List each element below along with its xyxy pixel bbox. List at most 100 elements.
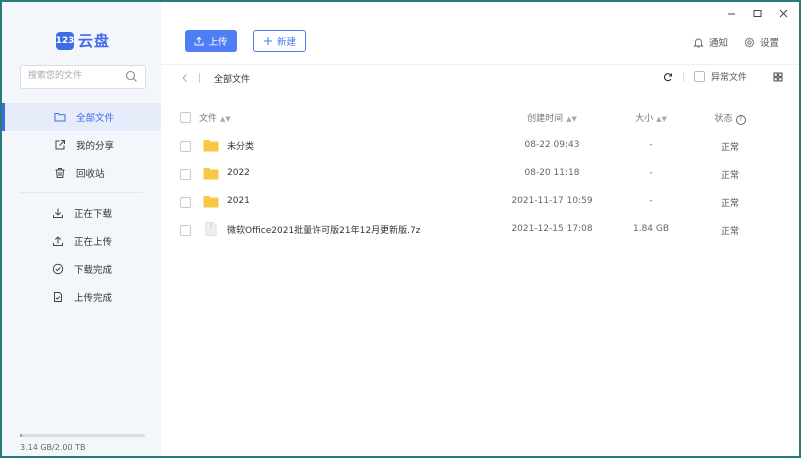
settings-label: 设置 (759, 38, 779, 49)
column-header-size[interactable]: 大小 ▲▼ (629, 111, 673, 124)
file-name-label: 未分类 (227, 141, 255, 152)
sidebar-item-label: 正在下载 (74, 209, 113, 220)
share-icon (54, 139, 66, 151)
folder-icon (203, 166, 219, 180)
sidebar-item-my-share[interactable]: 我的分享 (2, 131, 161, 159)
file-name: 未分类 (203, 138, 254, 152)
file-size: - (649, 168, 653, 178)
trash-icon (54, 167, 66, 179)
sidebar-item-all-files[interactable]: 全部文件 (2, 103, 161, 131)
sidebar-item-recycle-bin[interactable]: 回收站 (2, 159, 161, 187)
maximize-icon[interactable] (752, 8, 763, 19)
logo-badge: 123 (56, 31, 74, 50)
sidebar-item-uploading[interactable]: 正在上传 (2, 227, 161, 255)
row-checkbox[interactable] (180, 225, 191, 236)
upload-button[interactable]: 上传 (185, 30, 237, 52)
table-header: 文件 ▲▼ 创建时间 ▲▼ 大小 ▲▼ 状态? (161, 108, 799, 126)
row-checkbox[interactable] (180, 141, 191, 152)
file-status: 正常 (720, 171, 739, 181)
folder-icon (203, 194, 219, 208)
column-header-name[interactable]: 文件 ▲▼ (199, 111, 231, 124)
notify-label: 通知 (708, 38, 728, 49)
bell-icon (693, 37, 704, 48)
row-checkbox[interactable] (180, 169, 191, 180)
file-status: 正常 (720, 143, 739, 153)
sidebar-item-label: 上传完成 (74, 293, 113, 304)
column-size-label: 大小 (635, 114, 654, 124)
main-area: 上传 新建 通知 设置 全部文件 异常文件 文件 ▲▼ 创建时间 ▲▼ 大小 ▲… (161, 2, 799, 456)
list-tools: 异常文件 (663, 70, 783, 83)
app-window: 123 云盘 全部文件 我的分享 (2, 2, 799, 456)
sidebar-item-label: 我的分享 (76, 141, 115, 152)
sidebar-item-downloading[interactable]: 正在下载 (2, 199, 161, 227)
file-name: 2021 (203, 194, 250, 208)
storage-usage: 3.14 GB/2.00 TB (20, 434, 145, 452)
plus-icon (263, 36, 273, 46)
abnormal-files-checkbox[interactable] (693, 71, 705, 82)
file-time: 08-20 11:18 (524, 168, 580, 178)
sidebar: 123 云盘 全部文件 我的分享 (2, 2, 161, 456)
breadcrumb-current[interactable]: 全部文件 (214, 72, 250, 85)
file-time: 2021-11-17 10:59 (511, 196, 593, 206)
upload-icon (194, 36, 204, 46)
sidebar-item-label: 全部文件 (76, 113, 115, 124)
sort-icon: ▲▼ (566, 115, 577, 123)
gear-icon (744, 36, 755, 48)
settings-button[interactable]: 设置 (744, 35, 779, 49)
file-name-label: 微软Office2021批量许可版21年12月更新版.7z (227, 225, 421, 236)
sidebar-nav: 全部文件 我的分享 回收站 正在下载 正在上传 下载完成 上传完成 (2, 103, 161, 311)
transfer-nav: 正在下载 正在上传 下载完成 上传完成 (2, 199, 161, 311)
notify-button[interactable]: 通知 (693, 35, 728, 49)
table-row[interactable]: 微软Office2021批量许可版21年12月更新版.7z 2021-12-15… (161, 219, 799, 241)
table-row[interactable]: 2021 2021-11-17 10:59 - 正常 (161, 191, 799, 213)
file-status: 正常 (720, 199, 739, 209)
sidebar-item-download-complete[interactable]: 下载完成 (2, 255, 161, 283)
sidebar-item-upload-complete[interactable]: 上传完成 (2, 283, 161, 311)
column-header-time[interactable]: 创建时间 ▲▼ (511, 111, 593, 124)
tools-separator (682, 71, 684, 82)
search-input[interactable] (21, 66, 123, 86)
select-all-checkbox[interactable] (180, 112, 191, 123)
file-time: 08-22 09:43 (524, 140, 580, 150)
row-checkbox[interactable] (180, 197, 191, 208)
file-check-icon (52, 291, 64, 303)
refresh-icon[interactable] (663, 72, 673, 82)
column-name-label: 文件 (199, 114, 218, 124)
sidebar-item-label: 下载完成 (74, 265, 113, 276)
sidebar-item-label: 正在上传 (74, 237, 113, 248)
app-logo: 123 云盘 (56, 30, 110, 51)
sort-icon: ▲▼ (656, 115, 667, 123)
table-row[interactable]: 未分类 08-22 09:43 - 正常 (161, 135, 799, 157)
minimize-icon[interactable] (726, 8, 737, 19)
back-icon[interactable] (181, 73, 189, 83)
upload-button-label: 上传 (208, 37, 228, 48)
archive-file-icon (203, 222, 219, 236)
new-button[interactable]: 新建 (253, 30, 306, 52)
breadcrumb: 全部文件 (181, 71, 250, 85)
new-button-label: 新建 (276, 37, 296, 48)
column-header-status: 状态? (703, 111, 757, 125)
check-circle-icon (52, 263, 64, 275)
header-actions: 通知 设置 (693, 35, 779, 49)
search-icon[interactable] (125, 70, 138, 83)
file-size: - (649, 196, 653, 206)
column-time-label: 创建时间 (527, 114, 564, 124)
window-controls (726, 8, 789, 19)
file-status: 正常 (720, 227, 739, 237)
sort-icon: ▲▼ (220, 115, 231, 123)
help-icon[interactable]: ? (735, 115, 746, 125)
sidebar-item-label: 回收站 (76, 169, 105, 180)
grid-view-icon[interactable] (773, 72, 783, 82)
close-icon[interactable] (778, 8, 789, 19)
sidebar-divider (20, 192, 143, 193)
file-name-label: 2021 (227, 196, 250, 206)
search-box (20, 65, 146, 89)
folder-icon (203, 138, 219, 152)
header-divider (161, 64, 799, 65)
logo-text: 云盘 (78, 32, 111, 50)
table-row[interactable]: 2022 08-20 11:18 - 正常 (161, 163, 799, 185)
file-name: 2022 (203, 166, 250, 180)
storage-progress-fill (20, 434, 22, 437)
file-size: - (649, 140, 653, 150)
file-name: 微软Office2021批量许可版21年12月更新版.7z (203, 222, 420, 236)
